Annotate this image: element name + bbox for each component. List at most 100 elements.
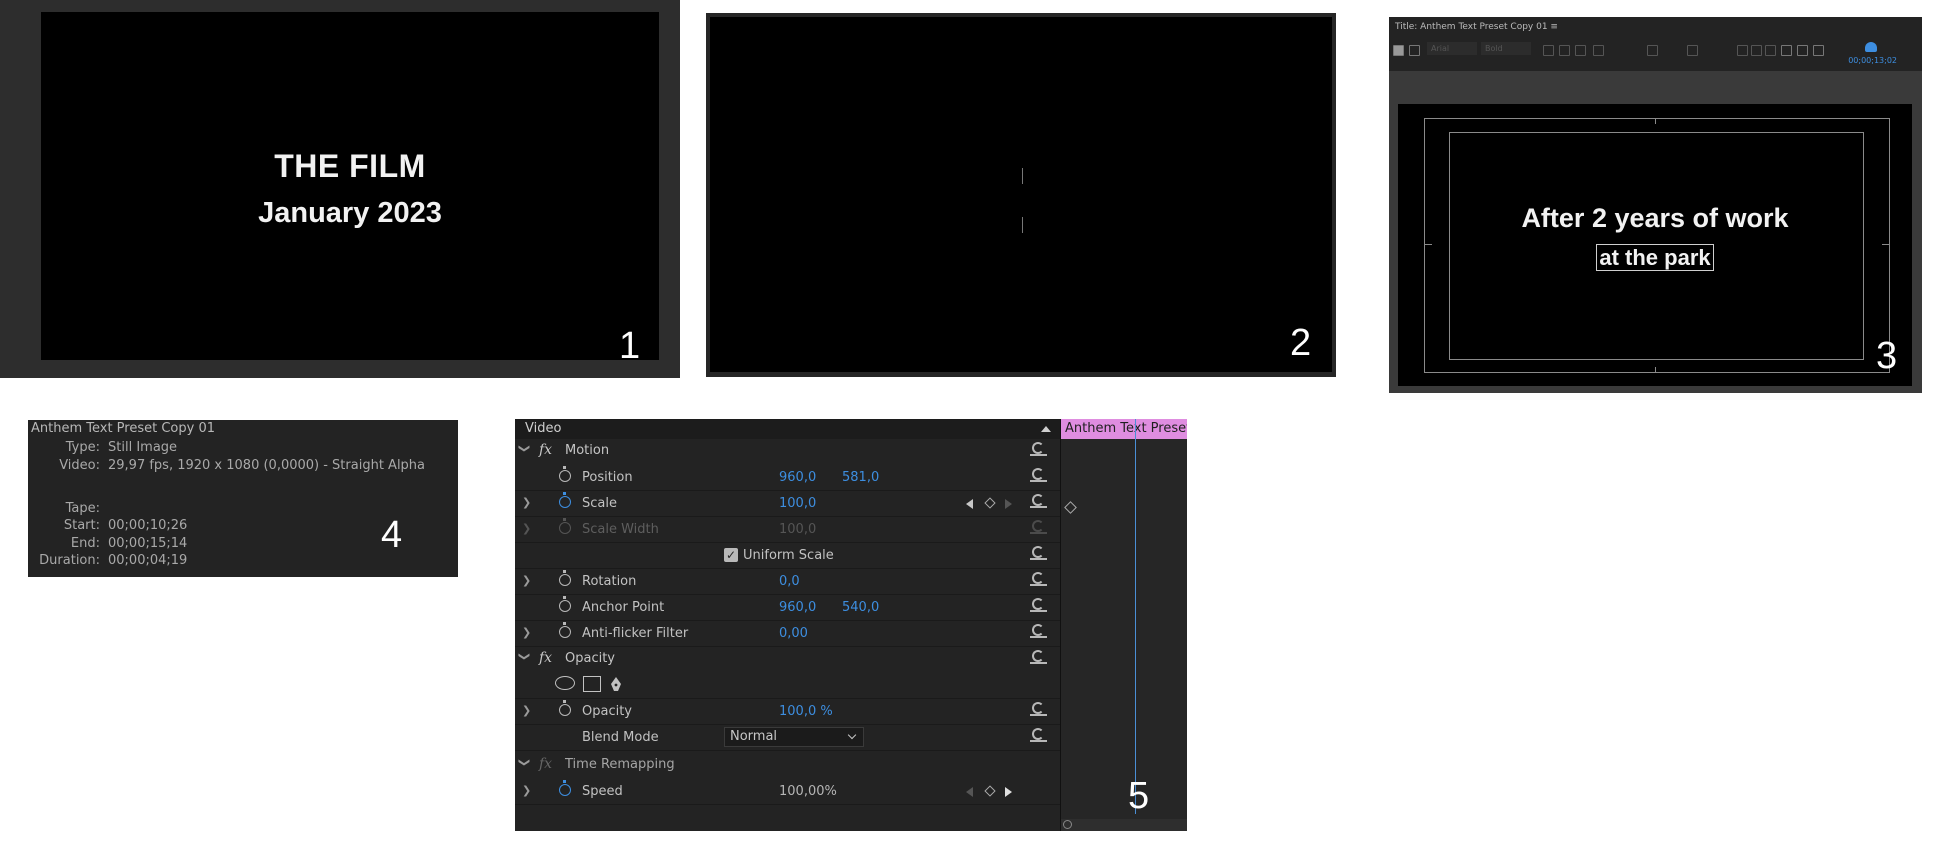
font-family-field[interactable]: Arial <box>1427 42 1477 55</box>
stopwatch-icon[interactable] <box>559 596 571 612</box>
twirl-closed-icon[interactable]: ❯ <box>522 704 531 717</box>
title-editor-toolbar: Arial Bold 00;00;13;02 <box>1389 37 1922 71</box>
end-value: 00;00;15;14 <box>108 536 188 551</box>
scale-row: ❯ Scale 100,0 <box>515 491 1060 517</box>
rotation-row: ❯ Rotation 0,0 <box>515 569 1060 595</box>
add-keyframe-icon[interactable] <box>984 497 996 509</box>
rectangle-mask-icon[interactable] <box>583 676 601 692</box>
anchor-x-value[interactable]: 960,0 <box>779 600 816 615</box>
opacity-value[interactable]: 100,0 % <box>779 704 833 719</box>
title-text-line-2[interactable]: at the park <box>1398 244 1912 271</box>
twirl-open-icon[interactable]: ❯ <box>518 758 531 767</box>
type-label: Type: <box>65 440 100 455</box>
show-video-icon[interactable] <box>1797 45 1808 56</box>
align-left-icon[interactable] <box>1737 45 1748 56</box>
motion-effect-row[interactable]: ❯ fx Motion <box>515 439 1060 465</box>
twirl-closed-icon[interactable]: ❯ <box>522 784 531 797</box>
title-text-line-1[interactable]: After 2 years of work <box>1398 203 1912 234</box>
speed-label: Speed <box>582 784 623 799</box>
reset-icon[interactable] <box>1030 728 1047 742</box>
start-value: 00;00;10;26 <box>108 518 188 533</box>
uniform-scale-checkbox[interactable]: ✓ <box>724 548 738 562</box>
opacity-label: Opacity <box>582 704 633 719</box>
duration-label: Duration: <box>39 553 100 568</box>
info-duration-row: Duration: 00;00;04;19 <box>28 553 187 568</box>
title-timecode[interactable]: 00;00;13;02 <box>1848 56 1897 65</box>
kerning-icon[interactable] <box>1647 45 1658 56</box>
reset-icon[interactable] <box>1030 468 1047 482</box>
video-header-label: Video <box>525 421 562 436</box>
italic-icon[interactable] <box>1559 45 1570 56</box>
timeline-clip-bar[interactable]: Anthem Text Preset <box>1061 419 1187 439</box>
position-x-value[interactable]: 960,0 <box>779 470 816 485</box>
stopwatch-icon[interactable] <box>559 622 571 638</box>
video-label: Video: <box>59 458 100 473</box>
program-monitor-panel-2: 2 <box>706 13 1336 377</box>
scale-value[interactable]: 100,0 <box>779 496 816 511</box>
tab-stops-icon[interactable] <box>1781 45 1792 56</box>
twirl-closed-icon[interactable]: ❯ <box>522 574 531 587</box>
twirl-closed-icon[interactable]: ❯ <box>522 626 531 639</box>
panel-number-2: 2 <box>1290 322 1312 364</box>
font-style-field[interactable]: Bold <box>1481 42 1531 55</box>
title-text-line-2-box[interactable]: at the park <box>1596 244 1714 271</box>
reset-icon[interactable] <box>1030 624 1047 638</box>
next-keyframe-icon[interactable] <box>1005 787 1012 797</box>
stopwatch-icon[interactable] <box>559 570 571 586</box>
reset-icon[interactable] <box>1030 494 1047 508</box>
previous-keyframe-icon[interactable] <box>966 787 973 797</box>
playhead[interactable] <box>1135 419 1136 814</box>
fx-icon[interactable]: fx <box>539 442 552 458</box>
scale-width-row: ❯ Scale Width 100,0 <box>515 517 1060 543</box>
leading-icon[interactable] <box>1687 45 1698 56</box>
position-y-value[interactable]: 581,0 <box>842 470 879 485</box>
time-remapping-effect-row[interactable]: ❯ fx Time Remapping <box>515 753 1060 779</box>
twirl-closed-icon[interactable]: ❯ <box>522 496 531 509</box>
effect-controls-timeline[interactable] <box>1061 419 1187 831</box>
twirl-open-icon[interactable]: ❯ <box>518 444 531 453</box>
underline-icon[interactable] <box>1575 45 1586 56</box>
reset-icon[interactable] <box>1030 702 1047 716</box>
align-right-icon[interactable] <box>1765 45 1776 56</box>
align-center-icon[interactable] <box>1751 45 1762 56</box>
twirl-closed-icon[interactable]: ❯ <box>522 522 531 535</box>
collapse-up-icon[interactable] <box>1041 426 1051 432</box>
previous-keyframe-icon[interactable] <box>966 499 973 509</box>
roll-crawl-icon[interactable] <box>1865 42 1877 52</box>
show-background-icon[interactable] <box>1393 45 1404 56</box>
anchor-y-value[interactable]: 540,0 <box>842 600 879 615</box>
pen-mask-icon[interactable] <box>610 676 622 692</box>
rotation-value[interactable]: 0,0 <box>779 574 800 589</box>
video-preview-2[interactable] <box>710 17 1332 372</box>
zoom-handle-icon[interactable] <box>1063 820 1072 829</box>
reset-icon[interactable] <box>1030 546 1047 560</box>
fx-icon[interactable]: fx <box>539 650 552 666</box>
add-keyframe-icon[interactable] <box>984 785 996 797</box>
next-keyframe-icon[interactable] <box>1005 499 1012 509</box>
anti-flicker-value[interactable]: 0,00 <box>779 626 808 641</box>
stopwatch-active-icon[interactable] <box>559 780 571 796</box>
stopwatch-active-icon[interactable] <box>559 492 571 508</box>
blend-mode-dropdown[interactable]: Normal <box>724 727 864 747</box>
stopwatch-icon[interactable] <box>559 466 571 482</box>
reset-icon[interactable] <box>1030 572 1047 586</box>
fx-disabled-icon: fx <box>539 756 553 772</box>
reset-icon[interactable] <box>1030 442 1047 456</box>
rotation-label: Rotation <box>582 574 637 589</box>
video-section-header[interactable]: Video <box>515 419 1060 439</box>
ellipse-mask-icon[interactable] <box>555 676 575 690</box>
timeline-zoom-bar[interactable] <box>1061 819 1187 831</box>
video-frame-icon[interactable] <box>1813 45 1824 56</box>
reset-icon[interactable] <box>1030 598 1047 612</box>
font-size-icon[interactable] <box>1593 45 1604 56</box>
speed-value[interactable]: 100,00% <box>779 784 837 799</box>
bold-icon[interactable] <box>1543 45 1554 56</box>
reset-icon[interactable] <box>1030 650 1047 664</box>
reset-disabled-icon <box>1030 520 1047 534</box>
opacity-effect-row[interactable]: ❯ fx Opacity <box>515 647 1060 673</box>
title-canvas[interactable]: After 2 years of work at the park <box>1398 104 1912 386</box>
templates-icon[interactable] <box>1409 45 1420 56</box>
twirl-open-icon[interactable]: ❯ <box>518 652 531 661</box>
video-value: 29,97 fps, 1920 x 1080 (0,0000) - Straig… <box>108 458 426 473</box>
stopwatch-icon[interactable] <box>559 700 571 716</box>
